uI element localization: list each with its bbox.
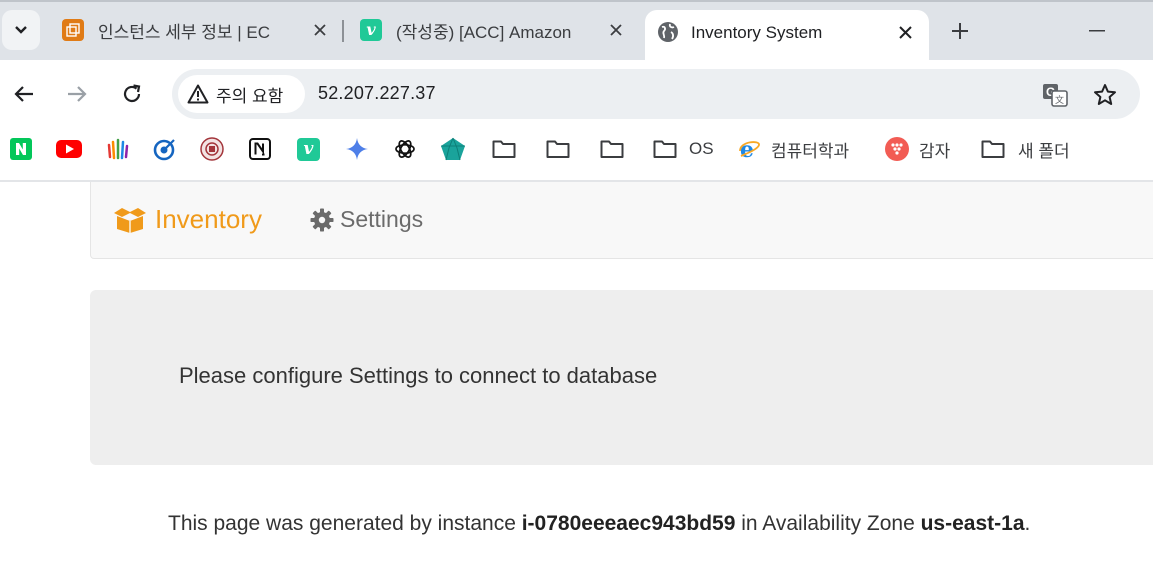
browser-toolbar: 주의 요함 52.207.227.37 G 文 [0,60,1153,126]
configure-message: Please configure Settings to connect to … [179,363,658,388]
reload-icon [123,84,141,103]
tab-title: Inventory System [691,23,823,42]
chevron-down-icon [15,26,27,34]
bookmark-gemini[interactable] [345,136,369,162]
bookmark-folder-1[interactable] [492,136,516,162]
hands-icon [107,138,129,160]
bookmark-label: OS [689,139,714,158]
folder-icon [600,140,624,158]
warning-icon [187,84,209,104]
close-icon[interactable] [308,18,332,42]
naver-icon [10,138,32,160]
aws-ec2-icon [62,19,84,41]
footer-middle: in Availability Zone [735,512,921,535]
instance-footer: This page was generated by instance i-07… [168,512,1030,536]
velog-icon: v [297,137,320,161]
tab-title: 인스턴스 세부 정보 | EC [98,22,271,42]
reload-button[interactable] [114,76,150,112]
svg-text:e: e [740,137,754,161]
tab-inventory-system[interactable]: Inventory System [645,10,929,60]
security-chip[interactable]: 주의 요함 [178,75,305,113]
bookmark-velog[interactable]: v [297,136,320,162]
close-icon[interactable] [893,20,917,44]
security-label: 주의 요함 [216,86,284,106]
bookmark-folder-os[interactable]: OS [653,136,714,162]
new-tab-button[interactable] [945,16,975,46]
availability-zone: us-east-1a [920,512,1025,535]
footer-prefix: This page was generated by instance [168,512,522,535]
gem-icon [441,137,465,161]
box-open-icon [114,207,146,233]
dots-icon [885,137,909,161]
bookmark-label: 감자 [919,141,951,161]
target-icon [153,139,175,161]
notion-icon [249,138,271,160]
instance-id: i-0780eeeaec943bd59 [521,512,736,535]
gemini-icon [346,138,368,160]
tab-ec2[interactable]: 인스턴스 세부 정보 | EC [62,10,332,50]
bookmark-youtube[interactable] [56,136,82,162]
tab-strip: 인스턴스 세부 정보 | EC v (작성중) [ACC] Amazon Inv… [0,0,1153,60]
brand-link[interactable]: Inventory [113,204,262,235]
globe-icon [658,22,678,42]
folder-icon [653,140,677,158]
chatgpt-icon [395,140,415,158]
tab-velog[interactable]: v (작성중) [ACC] Amazon [360,10,628,50]
message-panel: Please configure Settings to connect to … [90,290,1153,465]
bookmark-label: 컴퓨터학과 [771,141,850,161]
arrow-right-icon [68,86,87,102]
bookmark-target[interactable] [153,136,177,162]
gear-icon [310,208,334,231]
tab-search-button[interactable] [2,10,40,50]
university-seal-icon [200,137,224,161]
folder-icon [981,140,1005,158]
bookmark-folder-2[interactable] [546,136,570,162]
forward-button[interactable] [59,76,95,112]
youtube-icon [56,140,82,158]
url-text[interactable]: 52.207.227.37 [318,83,436,104]
back-button[interactable] [6,76,42,112]
tab-separator [342,20,344,42]
bookmark-hands[interactable] [106,136,130,162]
bookmark-label: 새 폴더 [1018,141,1070,161]
settings-label: Settings [340,206,424,232]
close-icon[interactable] [604,18,628,42]
bookmark-new-folder[interactable]: 새 폴더 [981,136,1070,162]
settings-link[interactable]: Settings [310,206,423,233]
arrow-left-icon [14,86,33,102]
footer-suffix: . [1024,512,1031,535]
folder-icon [492,140,516,158]
bookmark-cs-department[interactable]: e 컴퓨터학과 [738,136,849,162]
bookmark-university[interactable] [200,136,224,162]
bookmark-gem[interactable] [440,136,466,162]
star-icon[interactable] [1091,81,1119,109]
svg-text:文: 文 [1055,94,1064,106]
bookmarks-bar: v OS e 컴퓨터학과 감자 새 폴더 [0,126,1153,172]
bookmark-folder-3[interactable] [600,136,624,162]
bookmark-potato[interactable]: 감자 [884,136,950,162]
ie-icon: e [739,137,760,161]
plus-icon [952,23,968,39]
velog-icon: v [360,19,382,41]
folder-icon [546,140,570,158]
minimize-button[interactable] [1082,16,1112,46]
brand-label: Inventory [155,204,262,234]
bookmark-notion[interactable] [249,136,271,162]
translate-icon[interactable]: G 文 [1041,81,1069,109]
bookmark-chatgpt[interactable] [394,136,416,162]
bookmark-naver[interactable] [10,136,32,162]
app-navbar: Inventory Settings [90,182,1153,259]
minimize-icon [1089,30,1105,32]
tab-title: (작성중) [ACC] Amazon [396,22,572,42]
address-bar[interactable]: 주의 요함 52.207.227.37 G 文 [172,69,1140,119]
